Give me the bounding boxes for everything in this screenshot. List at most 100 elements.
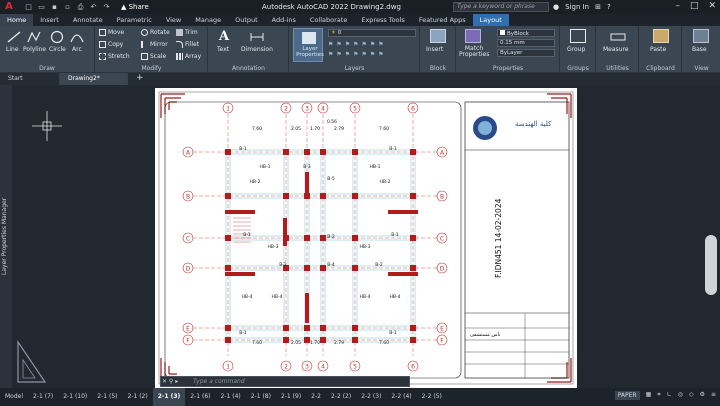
measure-button[interactable]: Measure — [603, 46, 629, 53]
layout-tab[interactable]: 2-2 (4) — [386, 388, 416, 406]
color-dropdown[interactable]: ByBlock — [497, 29, 555, 37]
close-icon[interactable]: ✕ — [708, 1, 716, 11]
layer-tools-row1[interactable]: ⚑⚑⚑⚑⚑⚑⚑ — [328, 41, 387, 48]
polar-icon[interactable]: ◎ — [678, 391, 683, 400]
layer-dropdown[interactable]: ☀ 0 — [328, 29, 416, 37]
tab-home[interactable]: Home — [0, 14, 34, 26]
file-tab-start[interactable]: Start — [0, 73, 60, 85]
beam-label: HB-1 — [370, 164, 381, 170]
axis-label: D — [440, 265, 445, 272]
trim-button[interactable]: Trim — [176, 29, 198, 36]
beam-label: B-4 — [327, 262, 335, 268]
tab-add-ins[interactable]: Add-ins — [265, 14, 303, 26]
utilities-panel: Measure Utilities — [597, 26, 639, 73]
minimize-icon[interactable]: – — [675, 1, 680, 11]
insert-button[interactable]: Insert — [426, 46, 443, 53]
snap-icon[interactable]: ⌗ — [657, 391, 660, 400]
layout-tab[interactable]: 2-1 (10) — [58, 388, 92, 406]
tab-parametric[interactable]: Parametric — [110, 14, 159, 26]
sign-in-button[interactable]: Sign In — [565, 3, 589, 11]
rotate-button[interactable]: Rotate — [141, 29, 170, 36]
command-line-input[interactable]: Type a command — [160, 376, 410, 387]
polyline-button[interactable]: Polyline — [23, 46, 46, 53]
text-button[interactable]: Text — [217, 46, 229, 53]
layout-tab[interactable]: 2-1 (6) — [185, 388, 215, 406]
layout-tab[interactable]: 2-2 (3) — [356, 388, 386, 406]
tab-featured-apps[interactable]: Featured Apps — [412, 14, 473, 26]
share-button[interactable]: ▲ Share — [121, 3, 149, 11]
open-icon[interactable]: ▭ — [37, 3, 46, 12]
menu-icon[interactable]: ≡ — [711, 391, 716, 400]
cart-icon[interactable]: ⊞ — [595, 3, 601, 11]
tab-output[interactable]: Output — [228, 14, 265, 26]
user-icon[interactable]: ● — [553, 3, 559, 11]
group-button[interactable]: Group — [567, 46, 585, 53]
search-input[interactable]: Type a keyword or phrase — [453, 2, 549, 12]
redo-icon[interactable]: ↷ — [102, 3, 111, 12]
match-properties-button[interactable]: Match Properties — [459, 46, 489, 58]
beam-label: HB-4 — [272, 294, 283, 300]
navigation-bar[interactable] — [705, 235, 717, 295]
stretch-button[interactable]: Stretch — [99, 53, 130, 60]
base-button[interactable]: Base — [692, 46, 707, 53]
layer-properties-side-panel[interactable]: Layer Properties Manager — [0, 85, 12, 388]
layout-tab[interactable]: 2-1 (5) — [92, 388, 122, 406]
layout-tab[interactable]: 2-2 (5) — [417, 388, 447, 406]
layout-tab[interactable]: 2-1 (7) — [28, 388, 58, 406]
layout-tab[interactable]: 2-1 (9) — [276, 388, 306, 406]
new-icon[interactable]: □ — [24, 3, 33, 12]
undo-icon[interactable]: ↶ — [89, 3, 98, 12]
array-button[interactable]: Array — [176, 53, 201, 60]
plot-icon[interactable]: ⎙ — [76, 3, 85, 12]
column — [410, 337, 416, 343]
layout-tab-model[interactable]: Model — [0, 388, 28, 406]
maximize-icon[interactable]: □ — [690, 1, 699, 11]
column — [320, 265, 326, 271]
layout-tab-active[interactable]: 2-1 (3) — [152, 388, 186, 406]
move-button[interactable]: Move — [99, 29, 124, 36]
layout-tab[interactable]: 2-1 (4) — [216, 388, 246, 406]
tab-layout[interactable]: Layout — [472, 14, 509, 26]
help-icon[interactable]: ? — [607, 3, 611, 11]
copy-button[interactable]: Copy — [99, 41, 123, 48]
layout-tab[interactable]: 2-1 (8) — [246, 388, 276, 406]
layer-properties-button[interactable]: Layer Properties — [293, 28, 324, 62]
arc-button[interactable]: Arc — [72, 46, 82, 53]
tab-annotate[interactable]: Annotate — [66, 14, 110, 26]
autocad-logo-icon[interactable]: A — [0, 0, 18, 14]
line-button[interactable]: Line — [6, 46, 19, 53]
tab-express-tools[interactable]: Express Tools — [354, 14, 411, 26]
settings-icon[interactable]: ⚙ — [700, 391, 705, 400]
paste-button[interactable]: Paste — [650, 46, 666, 53]
circle-button[interactable]: Circle — [49, 46, 66, 53]
lineweight-dropdown[interactable]: 0.15 mm — [497, 39, 555, 47]
new-tab-icon[interactable]: + — [128, 73, 152, 85]
drawing-canvas[interactable]: Layer Properties Manager 112233445566AAB… — [0, 85, 720, 388]
linetype-dropdown[interactable]: ByLayer — [497, 49, 555, 57]
fillet-button[interactable]: Fillet — [176, 41, 199, 48]
layers-panel: Layer Properties ☀ 0 ⚑⚑⚑⚑⚑⚑⚑ ⚑⚑⚑⚑⚑⚑⚑ Lay… — [290, 26, 420, 73]
osnap-icon[interactable]: ◇ — [689, 391, 694, 400]
tab-manage[interactable]: Manage — [188, 14, 228, 26]
save-icon[interactable]: ▪ — [50, 3, 59, 12]
beam-label: B-5 — [327, 176, 335, 182]
layout-tab[interactable]: 2-2 — [306, 388, 326, 406]
layout-tab[interactable]: 2-2 (2) — [326, 388, 356, 406]
save-as-icon[interactable]: ▫ — [63, 3, 72, 12]
dimension-label: 2.05 — [291, 126, 301, 132]
tab-insert[interactable]: Insert — [33, 14, 66, 26]
groups-panel: Group Groups — [561, 26, 596, 73]
paper-space-button[interactable]: PAPER — [614, 391, 640, 400]
dimension-button[interactable]: Dimension — [241, 46, 273, 53]
ortho-icon[interactable]: ∟ — [667, 391, 672, 400]
mirror-button[interactable]: Mirror — [141, 41, 168, 48]
grid-icon[interactable]: ▦ — [646, 391, 652, 400]
measure-icon — [610, 33, 626, 41]
tab-collaborate[interactable]: Collaborate — [303, 14, 354, 26]
layer-tools-row2[interactable]: ⚑⚑⚑⚑⚑⚑⚑ — [328, 51, 387, 58]
scale-button[interactable]: Scale — [141, 53, 166, 60]
tab-view[interactable]: View — [159, 14, 188, 26]
file-tab-drawing2[interactable]: Drawing2* — [60, 73, 128, 85]
layout-tab[interactable]: 2-1 (2) — [122, 388, 152, 406]
polyline-icon — [27, 31, 41, 43]
